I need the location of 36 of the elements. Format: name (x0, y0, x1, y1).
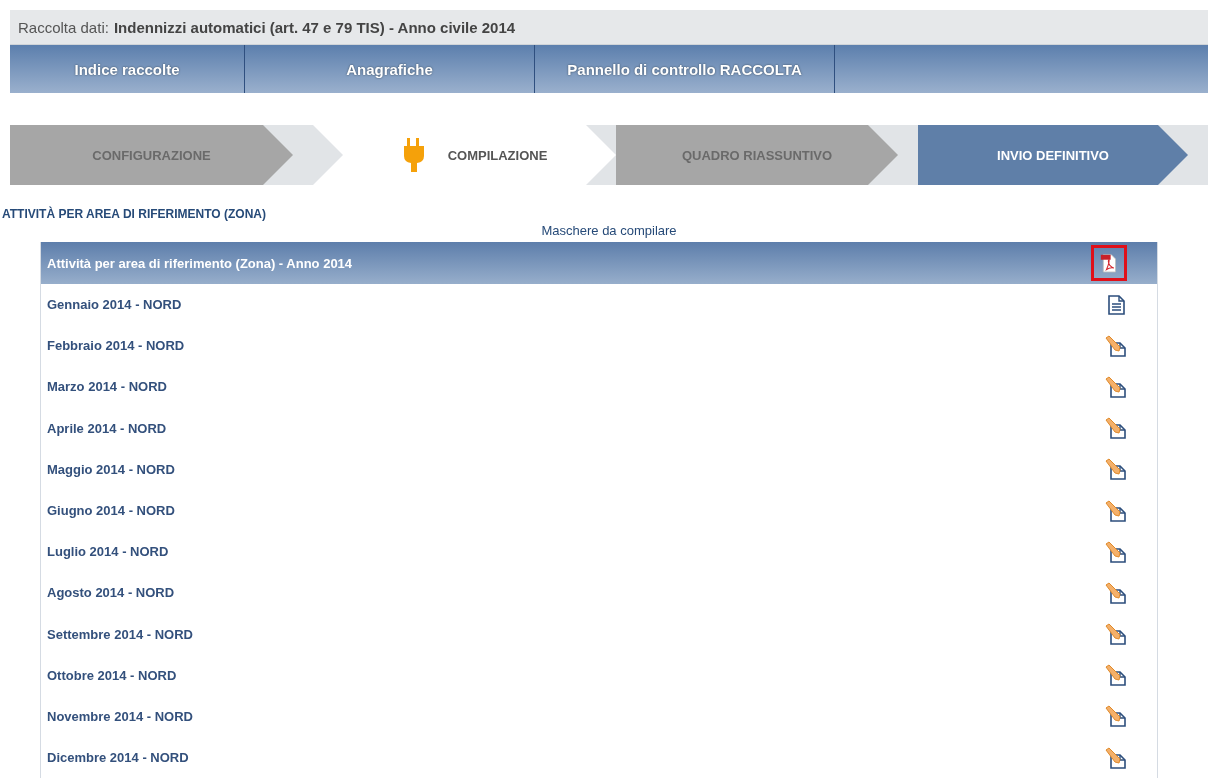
form-link[interactable]: Gennaio 2014 - NORD (47, 297, 182, 313)
form-link[interactable]: Agosto 2014 - NORD (47, 585, 175, 601)
form-link[interactable]: Marzo 2014 - NORD (47, 379, 167, 395)
form-link[interactable]: Maggio 2014 - NORD (47, 461, 175, 477)
edit-document-icon[interactable] (1105, 623, 1127, 646)
plug-icon (401, 138, 424, 172)
form-link[interactable]: Settembre 2014 - NORD (47, 626, 193, 642)
edit-document-icon[interactable] (1105, 746, 1127, 769)
form-link[interactable]: Novembre 2014 - NORD (47, 708, 193, 724)
table-caption: Maschere da compilare (540, 223, 678, 238)
edit-document-icon[interactable] (1105, 375, 1127, 398)
pdf-button[interactable] (1091, 245, 1127, 281)
form-link[interactable]: Febbraio 2014 - NORD (47, 338, 185, 354)
edit-document-icon[interactable] (1105, 581, 1127, 604)
form-link[interactable]: Luglio 2014 - NORD (47, 544, 169, 560)
step-label: CONFIGURAZIONE (92, 147, 211, 163)
form-link[interactable]: Aprile 2014 - NORD (47, 420, 167, 436)
step-label: INVIO DEFINITIVO (997, 147, 1109, 163)
step-label: COMPILAZIONE (447, 147, 548, 163)
edit-document-icon[interactable] (1105, 664, 1127, 687)
pdf-icon (1100, 251, 1118, 275)
header-label: Raccolta dati: (18, 18, 109, 36)
form-link[interactable]: Ottobre 2014 - NORD (47, 667, 177, 683)
edit-document-icon[interactable] (1105, 417, 1127, 440)
edit-document-icon[interactable] (1105, 458, 1127, 481)
form-link[interactable]: Giugno 2014 - NORD (47, 503, 175, 519)
edit-document-icon[interactable] (1105, 334, 1127, 357)
edit-document-icon[interactable] (1105, 499, 1127, 522)
edit-document-icon[interactable] (1105, 540, 1127, 563)
edit-document-icon[interactable] (1105, 705, 1127, 728)
table-title: Attività per area di riferimento (Zona) - Anno 2014 (47, 255, 353, 271)
document-icon[interactable] (1105, 293, 1127, 316)
step-label: QUADRO RIASSUNTIVO (681, 147, 833, 163)
form-link[interactable]: Dicembre 2014 - NORD (47, 750, 189, 766)
section-title: ATTIVITÀ PER AREA DI RIFERIMENTO (ZONA) (2, 207, 267, 221)
collection-title: Indennizzi automatici (art. 47 e 79 TIS) - Anno civile 2014 (113, 18, 516, 36)
